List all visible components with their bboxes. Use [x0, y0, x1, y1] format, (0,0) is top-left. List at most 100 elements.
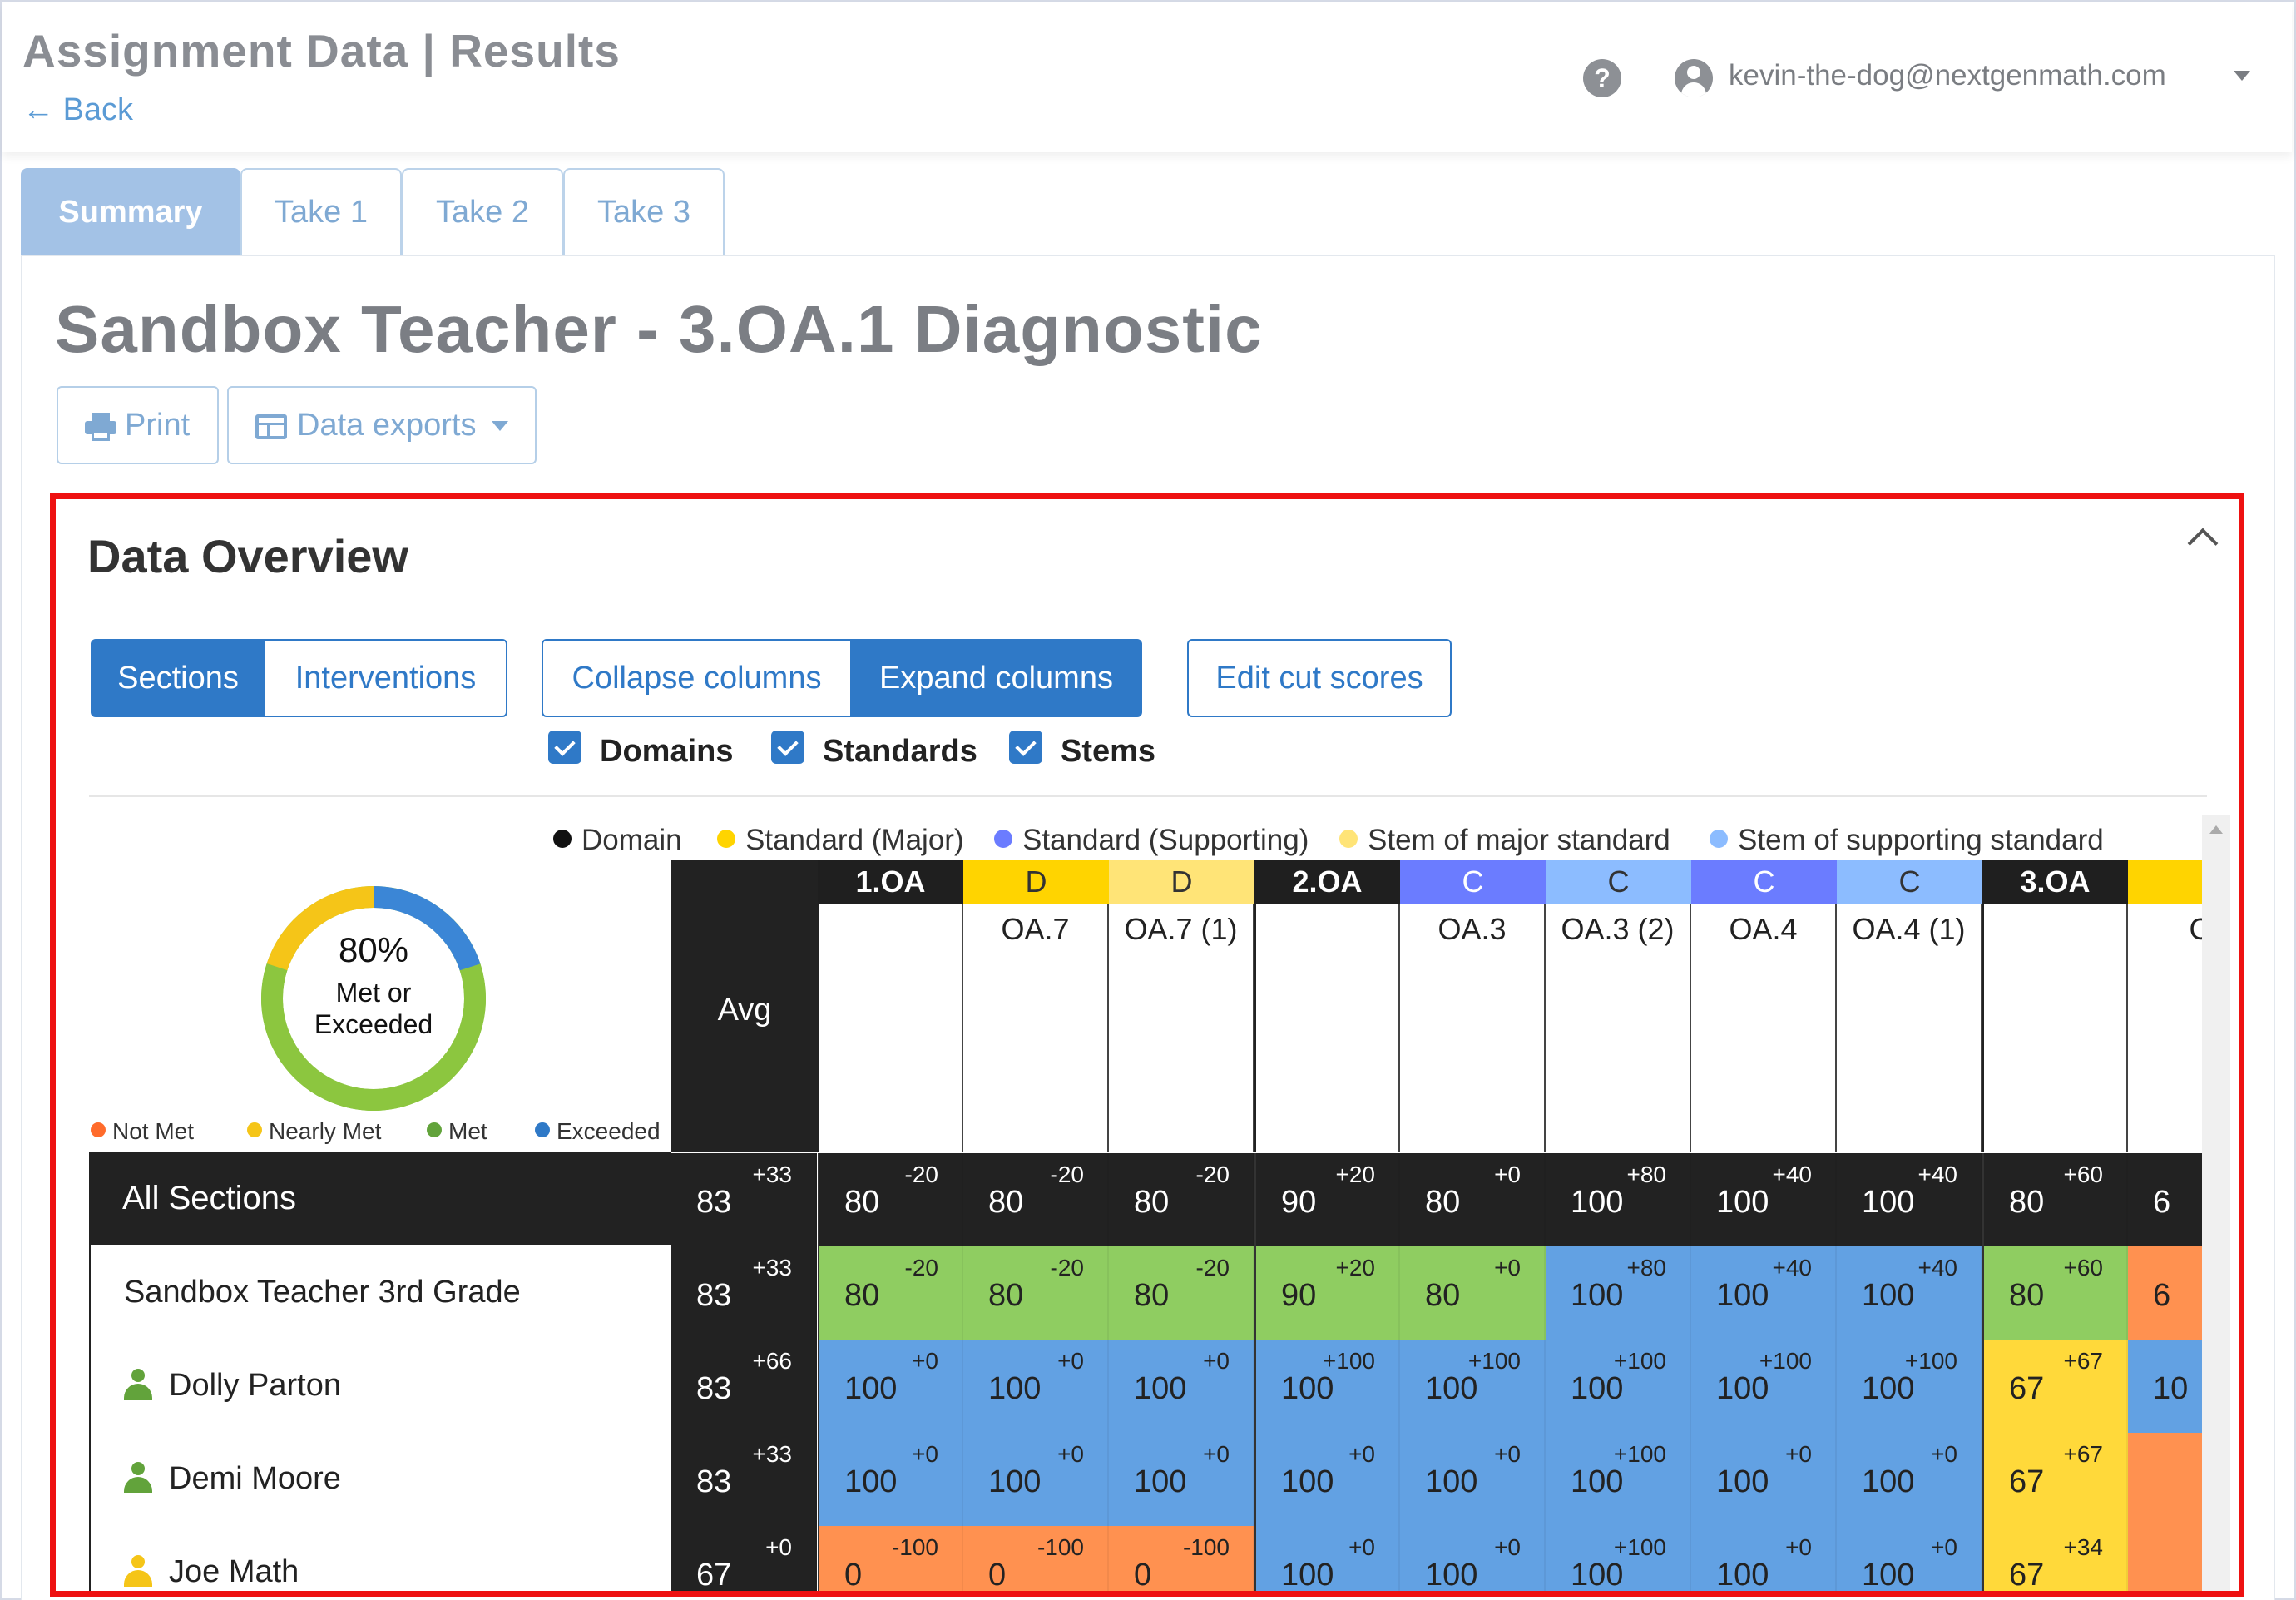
- score-cell[interactable]: 80 -20: [1109, 1246, 1254, 1340]
- score-cell[interactable]: 100 +40: [1691, 1246, 1837, 1340]
- score-cell[interactable]: 100 +100: [1546, 1526, 1691, 1591]
- score-delta: +0: [1348, 1441, 1375, 1467]
- expand-columns-button[interactable]: Expand columns: [850, 639, 1142, 717]
- score-value: 100: [1571, 1371, 1624, 1406]
- score-cell[interactable]: 80 -20: [818, 1246, 963, 1340]
- score-cell[interactable]: 100 +40: [1691, 1153, 1837, 1246]
- column-standard-name[interactable]: OA.4 (1): [1837, 904, 1982, 1152]
- student-row-header[interactable]: Demi Moore: [89, 1431, 663, 1526]
- table-icon: [255, 414, 287, 439]
- score-cell[interactable]: 0 -100: [963, 1526, 1109, 1593]
- score-cell[interactable]: 100 +100: [1546, 1340, 1691, 1433]
- score-cell[interactable]: 100 +100: [1400, 1340, 1546, 1433]
- dot-icon: [1710, 830, 1728, 848]
- print-button[interactable]: Print: [57, 386, 219, 464]
- score-cell[interactable]: 100 +100: [1546, 1433, 1691, 1526]
- score-cell[interactable]: 100 +80: [1546, 1153, 1691, 1246]
- score-cell[interactable]: 100 +0: [1691, 1526, 1837, 1591]
- column-standard-name[interactable]: OA.7: [963, 904, 1109, 1152]
- tab-take-1[interactable]: Take 1: [240, 168, 402, 256]
- user-avatar-icon[interactable]: [1675, 59, 1713, 97]
- score-cell[interactable]: 67 +67: [1982, 1340, 2128, 1433]
- vertical-scrollbar[interactable]: [2202, 815, 2230, 1591]
- chevron-down-icon[interactable]: [2234, 71, 2250, 81]
- score-delta: +80: [1626, 1162, 1667, 1187]
- score-value: 0: [988, 1558, 1007, 1593]
- interventions-toggle[interactable]: Interventions: [264, 639, 507, 717]
- score-cell[interactable]: 80 -20: [963, 1246, 1109, 1340]
- user-menu[interactable]: kevin-the-dog@nextgenmath.com: [1729, 59, 2166, 92]
- score-cell[interactable]: 100 +0: [1691, 1433, 1837, 1526]
- score-cell[interactable]: 100 +0: [963, 1433, 1109, 1526]
- score-cell[interactable]: 67 +34: [1982, 1526, 2128, 1591]
- column-badge: C: [1546, 860, 1691, 904]
- checkbox-checked-icon[interactable]: [1009, 731, 1042, 764]
- column-standard-name[interactable]: OA.4: [1691, 904, 1837, 1152]
- legend-label: Exceeded: [557, 1118, 661, 1144]
- checkbox-checked-icon[interactable]: [548, 731, 581, 764]
- sections-toggle[interactable]: Sections: [91, 639, 265, 717]
- score-cell[interactable]: 80 -20: [818, 1153, 963, 1246]
- standards-label: Standards: [823, 734, 977, 769]
- score-cell[interactable]: 100 +0: [1109, 1340, 1254, 1433]
- print-icon: [85, 413, 116, 441]
- column-standard-name[interactable]: OA.3: [1400, 904, 1546, 1152]
- score-cell[interactable]: 80 +60: [1982, 1246, 2128, 1340]
- student-status-icon: [124, 1462, 152, 1493]
- score-cell[interactable]: 100 +100: [1837, 1340, 1982, 1433]
- score-cell[interactable]: 100 +100: [1691, 1340, 1837, 1433]
- score-cell[interactable]: 100 +0: [1837, 1433, 1982, 1526]
- column-standard-name[interactable]: [818, 904, 963, 1152]
- score-delta: +0: [1348, 1534, 1375, 1560]
- tab-summary[interactable]: Summary: [21, 168, 240, 256]
- score-cell[interactable]: 100 +0: [1400, 1433, 1546, 1526]
- score-cell[interactable]: 100 +0: [963, 1340, 1109, 1433]
- score-cell[interactable]: 90 +20: [1254, 1153, 1400, 1246]
- back-link[interactable]: ← Back: [22, 92, 133, 128]
- section-row-header[interactable]: Sandbox Teacher 3rd Grade: [89, 1245, 663, 1340]
- score-cell[interactable]: 100 +0: [818, 1340, 963, 1433]
- score-cell[interactable]: 100 +0: [1109, 1433, 1254, 1526]
- score-cell[interactable]: 100 +0: [1400, 1526, 1546, 1591]
- score-cell[interactable]: 80 +60: [1982, 1153, 2128, 1246]
- checkbox-checked-icon[interactable]: [771, 731, 804, 764]
- score-cell[interactable]: 67 +67: [1982, 1433, 2128, 1526]
- donut-caption-line1: Met or: [335, 978, 412, 1008]
- avg-cell: 83 +33: [671, 1246, 817, 1340]
- score-value: 80: [1134, 1278, 1170, 1313]
- score-cell[interactable]: 80 +0: [1400, 1153, 1546, 1246]
- dot-icon: [427, 1122, 442, 1137]
- help-icon[interactable]: ?: [1583, 59, 1621, 97]
- score-cell[interactable]: 100 +40: [1837, 1153, 1982, 1246]
- student-row-header[interactable]: Dolly Parton: [89, 1338, 663, 1433]
- score-value: 100: [1425, 1371, 1478, 1406]
- tab-take-3[interactable]: Take 3: [563, 168, 725, 256]
- score-cell[interactable]: 100 +40: [1837, 1246, 1982, 1340]
- score-cell[interactable]: 100 +0: [818, 1433, 963, 1526]
- score-cell[interactable]: 100 +0: [1254, 1526, 1400, 1591]
- score-cell[interactable]: 100 +0: [1837, 1526, 1982, 1591]
- chevron-up-icon[interactable]: [2187, 528, 2219, 559]
- domains-label: Domains: [600, 734, 734, 769]
- column-standard-name[interactable]: OA.7 (1): [1109, 904, 1254, 1152]
- edit-cut-scores-button[interactable]: Edit cut scores: [1187, 639, 1452, 717]
- data-exports-button[interactable]: Data exports: [227, 386, 537, 464]
- score-cell[interactable]: 0 -100: [818, 1526, 963, 1591]
- score-cell[interactable]: 100 +0: [1254, 1433, 1400, 1526]
- column-standard-name[interactable]: OA.3 (2): [1546, 904, 1691, 1152]
- collapse-columns-button[interactable]: Collapse columns: [542, 639, 852, 717]
- score-cell[interactable]: 100 +100: [1254, 1340, 1400, 1433]
- score-cell[interactable]: 80 +0: [1400, 1246, 1546, 1340]
- score-delta: +0: [1203, 1348, 1230, 1374]
- score-cell[interactable]: 0 -100: [1109, 1526, 1254, 1591]
- column-standard-name[interactable]: [1982, 904, 2128, 1152]
- tab-take-2[interactable]: Take 2: [402, 168, 563, 256]
- score-cell[interactable]: 90 +20: [1254, 1246, 1400, 1340]
- student-row-header[interactable]: Joe Math: [89, 1524, 663, 1591]
- column-standard-name[interactable]: [1254, 904, 1400, 1152]
- score-delta: +100: [1904, 1348, 1957, 1374]
- score-cell[interactable]: 80 -20: [1109, 1153, 1254, 1246]
- page-title: Sandbox Teacher - 3.OA.1 Diagnostic: [55, 292, 1263, 366]
- score-cell[interactable]: 100 +80: [1546, 1246, 1691, 1340]
- score-cell[interactable]: 80 -20: [963, 1153, 1109, 1246]
